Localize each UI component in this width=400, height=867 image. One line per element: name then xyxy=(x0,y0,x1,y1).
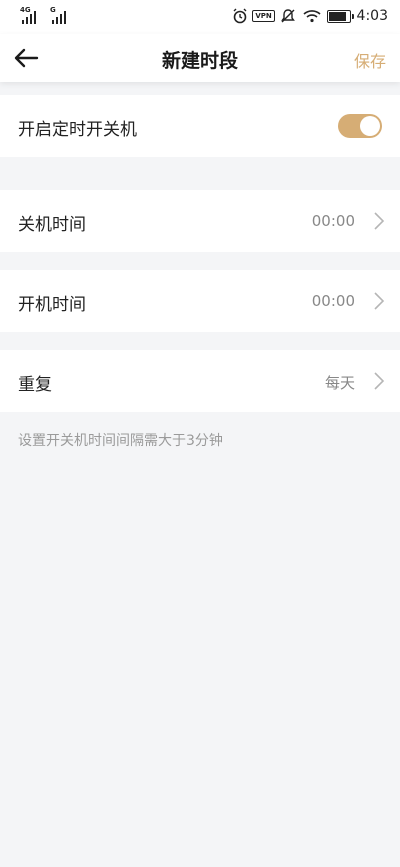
app-bar: 新建时段 保存 xyxy=(0,34,400,82)
mute-icon xyxy=(279,7,297,25)
battery-icon xyxy=(326,9,354,23)
repeat-label: 重复 xyxy=(18,375,52,395)
vpn-label: VPN xyxy=(252,10,275,22)
startup-time-label: 开机时间 xyxy=(18,295,86,315)
power-schedule-row[interactable]: 开启定时开关机 xyxy=(0,95,400,157)
vpn-icon: VPN xyxy=(252,7,275,25)
status-bar: 4G G VPN 4:03 xyxy=(0,0,400,34)
shutdown-time-value: 00:00 xyxy=(311,212,355,230)
startup-time-row[interactable]: 开机时间 00:00 xyxy=(0,270,400,332)
chevron-right-icon xyxy=(374,212,385,230)
sim1-signal-icon: 4G xyxy=(20,6,42,24)
page-title: 新建时段 xyxy=(161,50,238,72)
save-button[interactable]: 保存 xyxy=(354,48,386,72)
repeat-value: 每天 xyxy=(324,374,355,392)
status-icons: VPN 4:03 xyxy=(231,7,388,25)
repeat-row[interactable]: 重复 每天 xyxy=(0,350,400,412)
status-time: 4:03 xyxy=(356,8,388,24)
signal-group: 4G G xyxy=(20,6,72,24)
chevron-right-icon xyxy=(374,372,385,390)
shutdown-time-row[interactable]: 关机时间 00:00 xyxy=(0,190,400,252)
chevron-right-icon xyxy=(374,292,385,310)
power-schedule-toggle[interactable] xyxy=(338,114,382,138)
startup-time-value: 00:00 xyxy=(311,292,355,310)
power-schedule-label: 开启定时开关机 xyxy=(18,120,137,140)
shutdown-time-label: 关机时间 xyxy=(18,215,86,235)
alarm-icon xyxy=(231,7,249,25)
wifi-icon xyxy=(303,7,321,25)
interval-hint: 设置开关机时间间隔需大于3分钟 xyxy=(18,433,223,449)
toggle-knob xyxy=(360,116,380,136)
sim2-signal-icon: G xyxy=(50,6,72,24)
